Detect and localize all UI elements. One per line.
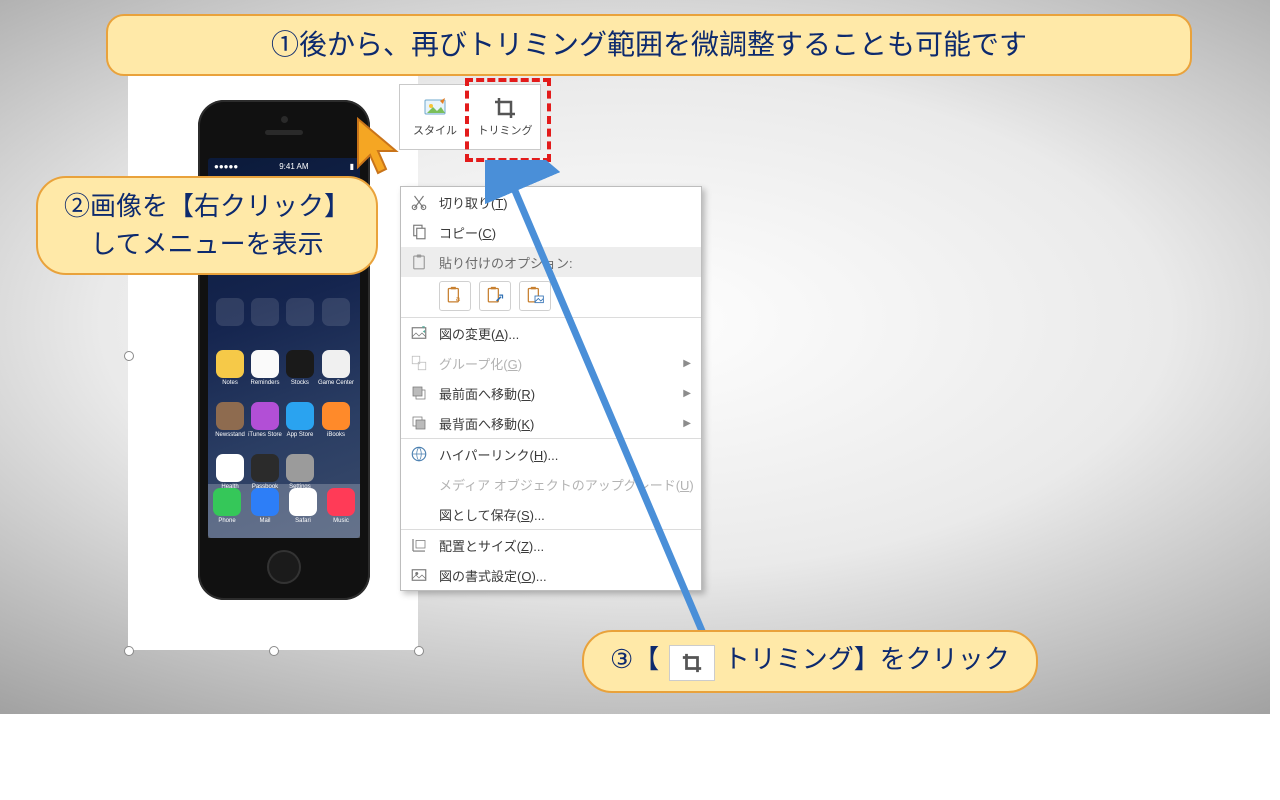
callout-3-label: トリミング】をクリック bbox=[724, 644, 1010, 674]
copy-icon bbox=[409, 222, 429, 242]
trim-button[interactable]: トリミング bbox=[470, 85, 540, 149]
callout-2-line1: ②画像を【右クリック】 bbox=[64, 188, 350, 226]
paste-icon bbox=[409, 252, 429, 272]
paste-option-2[interactable] bbox=[479, 281, 511, 311]
group-icon bbox=[409, 353, 429, 373]
handle-sw[interactable] bbox=[124, 646, 134, 656]
mini-toolbar: スタイル トリミング bbox=[399, 84, 541, 150]
handle-s[interactable] bbox=[269, 646, 279, 656]
bring-front-icon bbox=[409, 383, 429, 403]
paste-option-3[interactable] bbox=[519, 281, 551, 311]
menu-change-picture[interactable]: 図の変更(A)... bbox=[401, 318, 701, 348]
app-tile: Notes bbox=[214, 350, 246, 394]
menu-paste-header: 貼り付けのオプション: bbox=[401, 247, 701, 277]
menu-save-as-picture[interactable]: 図として保存(S)... bbox=[401, 499, 701, 529]
menu-cut[interactable]: 切り取り(T) bbox=[401, 187, 701, 217]
app-tile: iTunes Store bbox=[248, 402, 282, 446]
menu-format-picture[interactable]: 図の書式設定(O)... bbox=[401, 560, 701, 590]
app-tile: Reminders bbox=[248, 350, 282, 394]
paste-options: a bbox=[401, 277, 701, 317]
menu-hyperlink[interactable]: ハイパーリンク(H)... bbox=[401, 439, 701, 469]
app-tile: App Store bbox=[284, 402, 316, 446]
context-menu: 切り取り(T) コピー(C) 貼り付けのオプション: a 図の変更(A)... … bbox=[400, 186, 702, 591]
app-tile bbox=[214, 298, 246, 342]
handle-se[interactable] bbox=[414, 646, 424, 656]
status-battery: ▮ bbox=[350, 162, 354, 171]
app-tile: Game Center bbox=[318, 350, 354, 394]
menu-send-back[interactable]: 最背面へ移動(K) ▶ bbox=[401, 408, 701, 438]
app-tile bbox=[318, 298, 354, 342]
crop-icon-inline bbox=[669, 645, 715, 681]
app-tile: Mail bbox=[251, 488, 279, 524]
size-icon bbox=[409, 535, 429, 555]
hyperlink-icon bbox=[409, 444, 429, 464]
app-tile bbox=[248, 298, 282, 342]
style-label: スタイル bbox=[413, 122, 457, 138]
menu-copy[interactable]: コピー(C) bbox=[401, 217, 701, 247]
menu-size-position[interactable]: 配置とサイズ(Z)... bbox=[401, 530, 701, 560]
status-signal: ●●●●● bbox=[214, 162, 238, 171]
callout-2-line2: してメニューを表示 bbox=[64, 226, 350, 264]
handle-w[interactable] bbox=[124, 351, 134, 361]
paste-option-1[interactable]: a bbox=[439, 281, 471, 311]
callout-3-pre: ③【 bbox=[610, 644, 659, 674]
app-tile: Phone bbox=[213, 488, 241, 524]
cut-icon bbox=[409, 192, 429, 212]
app-tile: iBooks bbox=[318, 402, 354, 446]
app-tile: Music bbox=[327, 488, 355, 524]
style-button[interactable]: スタイル bbox=[400, 85, 470, 149]
callout-2: ②画像を【右クリック】 してメニューを表示 bbox=[36, 176, 378, 275]
svg-text:a: a bbox=[456, 294, 461, 303]
callout-1: ①後から、再びトリミング範囲を微調整することも可能です bbox=[106, 14, 1192, 76]
format-picture-icon bbox=[409, 565, 429, 585]
callout-3: ③【 トリミング】をクリック bbox=[582, 630, 1038, 693]
menu-media-upgrade: メディア オブジェクトのアップグレード(U) bbox=[401, 469, 701, 499]
app-tile: Stocks bbox=[284, 350, 316, 394]
app-tile bbox=[284, 298, 316, 342]
menu-bring-front[interactable]: 最前面へ移動(R) ▶ bbox=[401, 378, 701, 408]
status-time: 9:41 AM bbox=[279, 162, 308, 171]
crop-icon bbox=[491, 96, 519, 120]
phone-mockup: ●●●●● 9:41 AM ▮ NotesRemindersStocksGame… bbox=[198, 100, 370, 600]
picture-style-icon bbox=[421, 96, 449, 120]
app-tile: Safari bbox=[289, 488, 317, 524]
send-back-icon bbox=[409, 413, 429, 433]
menu-group: グループ化(G) ▶ bbox=[401, 348, 701, 378]
app-tile: Newsstand bbox=[214, 402, 246, 446]
trim-label: トリミング bbox=[478, 122, 533, 138]
change-picture-icon bbox=[409, 323, 429, 343]
